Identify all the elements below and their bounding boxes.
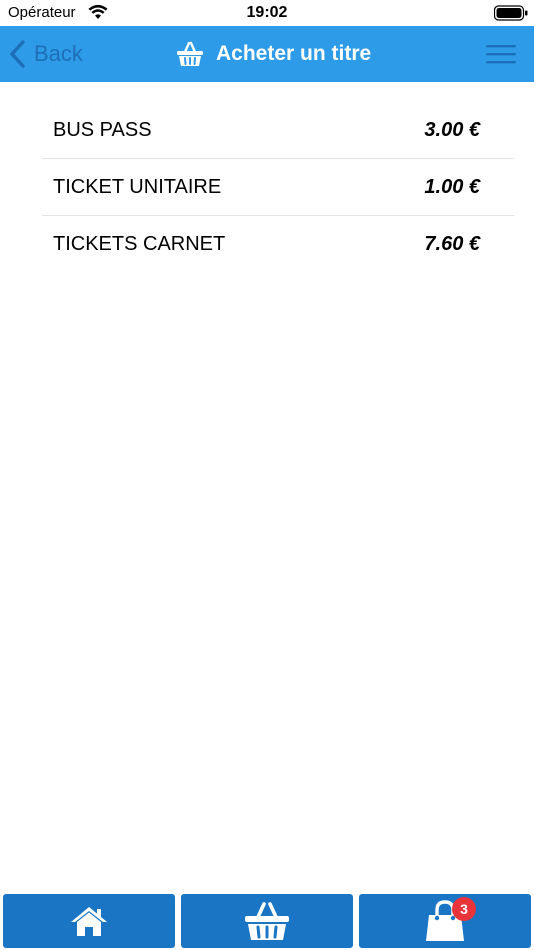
basket-icon <box>177 41 203 66</box>
tab-basket[interactable] <box>181 894 353 948</box>
tab-home[interactable] <box>3 894 175 948</box>
ticket-row-tickets-carnet[interactable]: TICKETS CARNET 7.60 € <box>42 216 514 273</box>
basket-icon <box>245 902 289 940</box>
battery-icon <box>494 5 528 21</box>
ticket-row-ticket-unitaire[interactable]: TICKET UNITAIRE 1.00 € <box>42 159 514 216</box>
home-icon <box>71 907 107 936</box>
back-button[interactable]: Back <box>8 26 98 82</box>
tab-cart[interactable]: 3 <box>359 894 531 948</box>
ticket-name: BUS PASS <box>53 118 152 141</box>
status-bar: Opérateur 19:02 <box>0 0 534 26</box>
page-title: Acheter un titre <box>216 42 372 65</box>
screen: Opérateur 19:02 Back Acheter un titre BU… <box>0 0 534 950</box>
back-label: Back <box>34 41 83 66</box>
ticket-name: TICKETS CARNET <box>53 233 226 255</box>
ticket-price: 3.00 € <box>424 118 480 141</box>
chevron-left-icon <box>10 40 25 68</box>
tab-bar: 3 <box>0 892 534 950</box>
hamburger-menu-icon[interactable] <box>484 40 518 68</box>
ticket-price: 7.60 € <box>424 233 480 255</box>
cart-count-badge: 3 <box>452 897 476 921</box>
ticket-list: BUS PASS 3.00 € TICKET UNITAIRE 1.00 € T… <box>42 102 514 273</box>
cart-icon-wrapper: 3 <box>423 897 476 943</box>
nav-title-group: Acheter un titre <box>176 26 371 82</box>
nav-bar: Back Acheter un titre <box>0 26 534 82</box>
ticket-name: TICKET UNITAIRE <box>53 175 222 198</box>
ticket-price: 1.00 € <box>424 175 480 198</box>
ticket-row-bus-pass[interactable]: BUS PASS 3.00 € <box>42 102 514 159</box>
status-time: 19:02 <box>246 4 288 21</box>
